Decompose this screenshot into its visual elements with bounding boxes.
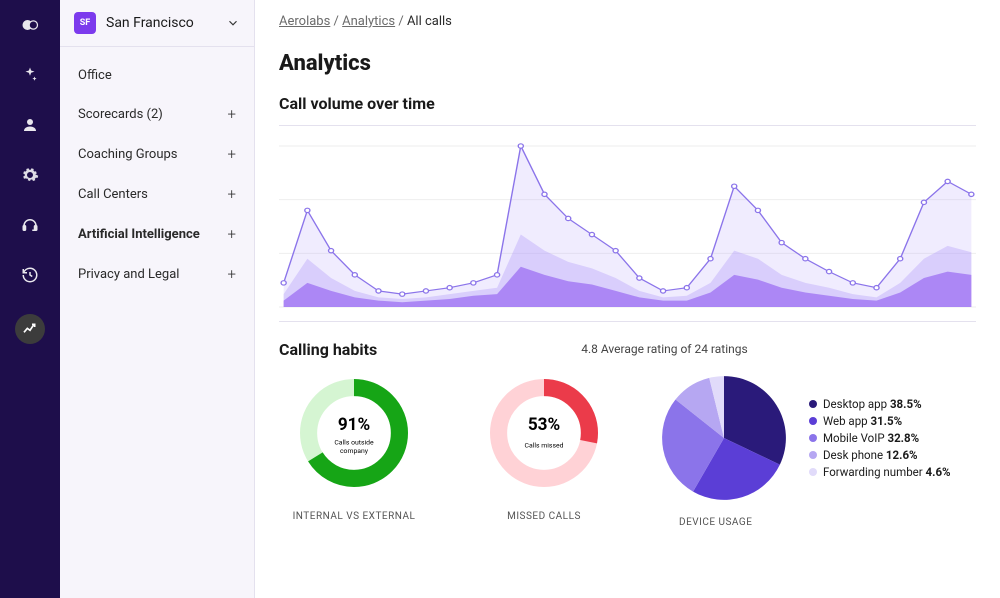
sidebar-item-label: Coaching Groups (78, 147, 178, 162)
plus-icon[interactable]: + (228, 185, 236, 203)
legend-dot (809, 417, 817, 425)
sidebar-item-scorecards[interactable]: Scorecards (2) + (60, 94, 254, 134)
legend-dot (809, 468, 817, 476)
legend-text: Web app 31.5% (823, 414, 902, 428)
call-volume-chart (279, 125, 976, 326)
legend-dot (809, 434, 817, 442)
legend-row: Desktop app 38.5% (809, 397, 951, 411)
donut-label: MISSED CALLS (469, 511, 619, 522)
pie-label: DEVICE USAGE (679, 517, 951, 528)
legend-row: Forwarding number 4.6% (809, 465, 951, 479)
legend-text: Desktop app 38.5% (823, 397, 922, 411)
pie-legend: Desktop app 38.5% Web app 31.5% Mobile VoI… (809, 394, 951, 482)
donut-chart-svg: 91% Calls outsidecompany (294, 373, 414, 493)
location-badge: SF (74, 12, 96, 34)
sidebar-item-label: Call Centers (78, 187, 148, 202)
donut-chart-svg: 53% Calls missed (484, 373, 604, 493)
donut-label: INTERNAL VS EXTERNAL (279, 511, 429, 522)
page-title: Analytics (279, 51, 976, 76)
legend-row: Web app 31.5% (809, 414, 951, 428)
sidebar-item-label: Scorecards (2) (78, 107, 163, 122)
icon-rail (0, 0, 60, 598)
sparkles-icon[interactable] (19, 64, 41, 86)
breadcrumb-link[interactable]: Analytics (342, 14, 395, 29)
headset-icon[interactable] (19, 214, 41, 236)
legend-row: Mobile VoIP 32.8% (809, 431, 951, 445)
chevron-down-icon (226, 16, 240, 30)
habits-title: Calling habits (279, 340, 377, 359)
donut-value: 91% (338, 415, 370, 435)
donut-internal-external: 91% Calls outsidecompany INTERNAL VS EXT… (279, 373, 429, 522)
sidebar-item-office[interactable]: Office (60, 57, 254, 94)
line-chart-svg (279, 142, 976, 322)
person-icon[interactable] (19, 114, 41, 136)
breadcrumb: Aerolabs / Analytics / All calls (279, 14, 976, 29)
volume-title: Call volume over time (279, 94, 976, 113)
sidebar-item-artificial-intelligence[interactable]: Artificial Intelligence + (60, 214, 254, 254)
legend-text: Forwarding number 4.6% (823, 465, 951, 479)
plus-icon[interactable]: + (228, 265, 236, 283)
gear-icon[interactable] (19, 164, 41, 186)
donut-missed-calls: 53% Calls missed MISSED CALLS (469, 373, 619, 522)
legend-dot (809, 451, 817, 459)
sidebar-item-label: Privacy and Legal (78, 267, 179, 282)
legend-dot (809, 400, 817, 408)
sidebar-item-coaching-groups[interactable]: Coaching Groups + (60, 134, 254, 174)
legend-row: Desk phone 12.6% (809, 448, 951, 462)
analytics-icon[interactable] (15, 314, 45, 344)
sidebar: SF San Francisco Office Scorecards (2) +… (60, 0, 255, 598)
sidebar-item-call-centers[interactable]: Call Centers + (60, 174, 254, 214)
sidebar-item-privacy-legal[interactable]: Privacy and Legal + (60, 254, 254, 294)
donut-sub: Calls missed (525, 441, 564, 449)
breadcrumb-current: All calls (407, 14, 452, 29)
legend-text: Desk phone 12.6% (823, 448, 918, 462)
sidebar-item-label: Artificial Intelligence (78, 227, 200, 242)
sidebar-nav: Office Scorecards (2) + Coaching Groups … (60, 47, 254, 304)
plus-icon[interactable]: + (228, 105, 236, 123)
main-content: Aerolabs / Analytics / All calls Analyti… (255, 0, 1000, 598)
plus-icon[interactable]: + (228, 145, 236, 163)
pie-chart-svg (659, 373, 789, 503)
donut-sub: Calls outsidecompany (334, 438, 374, 455)
plus-icon[interactable]: + (228, 225, 236, 243)
donut-value: 53% (528, 415, 560, 435)
location-name: San Francisco (106, 15, 216, 31)
rating-text: 4.8 Average rating of 24 ratings (581, 342, 747, 356)
location-selector[interactable]: SF San Francisco (60, 0, 254, 47)
pie-device-usage: Desktop app 38.5% Web app 31.5% Mobile VoI… (659, 373, 951, 528)
breadcrumb-link[interactable]: Aerolabs (279, 14, 330, 29)
history-icon[interactable] (19, 264, 41, 286)
logo-icon[interactable] (19, 14, 41, 36)
sidebar-item-label: Office (78, 68, 112, 83)
habits-charts: 91% Calls outsidecompany INTERNAL VS EXT… (279, 373, 976, 528)
legend-text: Mobile VoIP 32.8% (823, 431, 919, 445)
